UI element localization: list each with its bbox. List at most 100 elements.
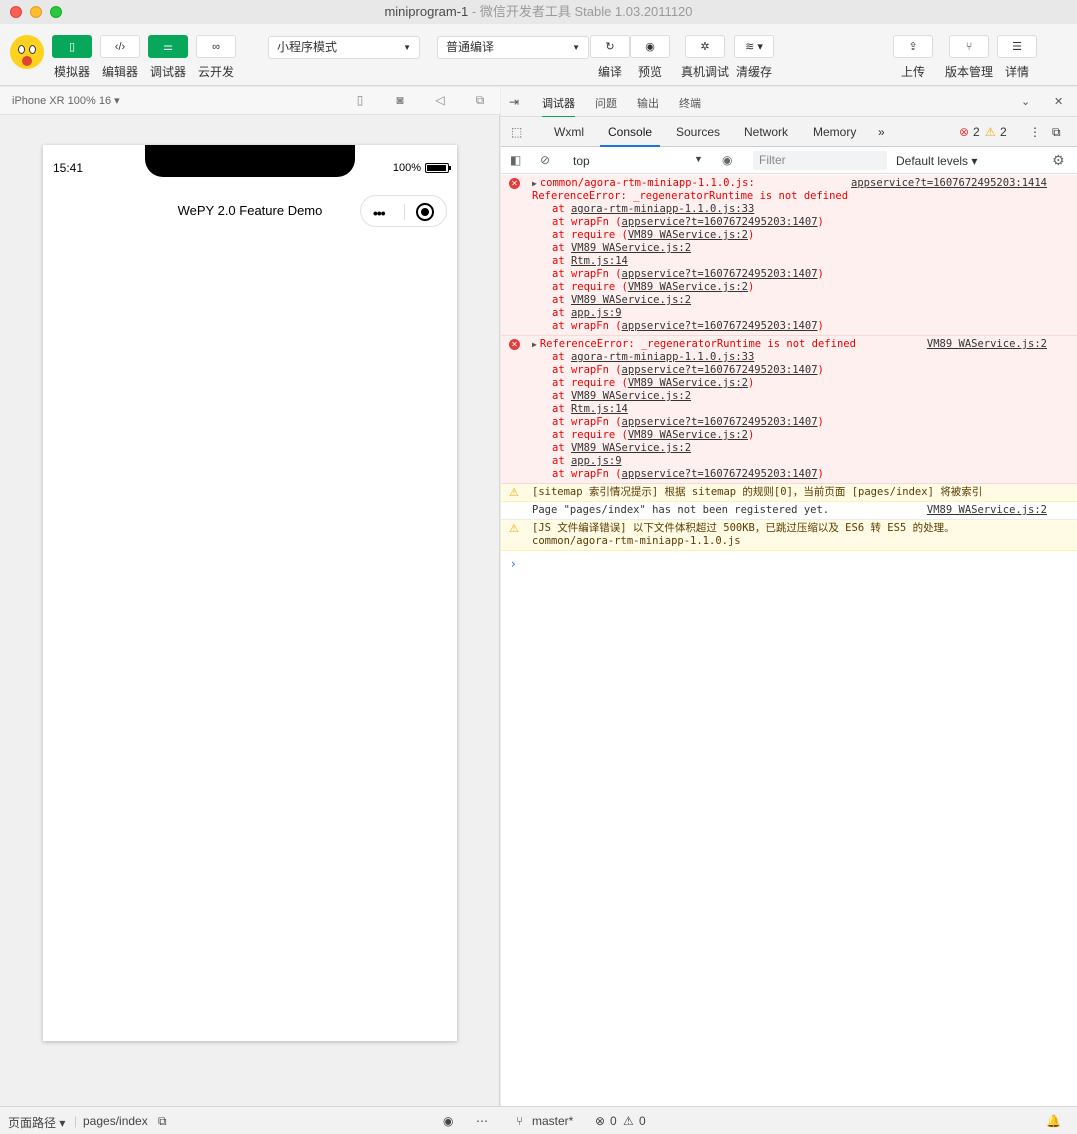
record-icon[interactable]: ◙ bbox=[393, 93, 407, 107]
sidebar-toggle-icon[interactable]: ◧ bbox=[510, 153, 521, 167]
title-bar: miniprogram-1 - 微信开发者工具 Stable 1.03.2011… bbox=[0, 0, 1077, 24]
close-icon[interactable]: ✕ bbox=[1054, 95, 1063, 108]
stack-frame-link[interactable]: agora-rtm-miniapp-1.1.0.js:33 bbox=[571, 351, 754, 363]
page-path-select[interactable]: 页面路径 ▾ bbox=[8, 1114, 65, 1131]
tab-memory[interactable]: Memory bbox=[813, 125, 856, 139]
simulator-button[interactable]: ▯ 模拟器 bbox=[52, 35, 92, 80]
eye-icon[interactable]: ◉ bbox=[722, 153, 732, 167]
tab-output[interactable]: 输出 bbox=[637, 95, 659, 111]
phone-notch bbox=[145, 145, 355, 177]
stack-frame-link[interactable]: VM89 WAService.js:2 bbox=[628, 229, 748, 241]
eye-icon[interactable]: ◉ bbox=[443, 1114, 453, 1128]
stack-frame-link[interactable]: VM89 WAService.js:2 bbox=[571, 390, 691, 402]
error-count-icon[interactable]: ⊗ bbox=[959, 125, 969, 139]
more-tabs-icon[interactable]: » bbox=[878, 125, 885, 139]
source-link[interactable]: VM89 WAService.js:2 bbox=[927, 504, 1047, 517]
editor-button[interactable]: ‹/› 编辑器 bbox=[100, 35, 140, 80]
stack-frame-link[interactable]: appservice?t=1607672495203:1407 bbox=[622, 216, 818, 228]
copy-icon[interactable]: ⧉ bbox=[158, 1114, 167, 1129]
stack-frame: at require (VM89 WAService.js:2) bbox=[552, 281, 755, 293]
stack-frame-link[interactable]: appservice?t=1607672495203:1407 bbox=[622, 468, 818, 480]
toolbar: ▯ 模拟器 ‹/› 编辑器 ⚌ 调试器 ∞ 云开发 小程序模式 ▼ 普通编译 ▼… bbox=[0, 24, 1077, 86]
stack-frame-link[interactable]: VM89 WAService.js:2 bbox=[628, 429, 748, 441]
expand-triangle-icon[interactable]: ▶ bbox=[532, 340, 537, 349]
avatar[interactable] bbox=[10, 35, 44, 69]
status-error-count[interactable]: 0 bbox=[610, 1114, 617, 1128]
stack-frame: at agora-rtm-miniapp-1.1.0.js:33 bbox=[552, 351, 755, 363]
stack-frame-link[interactable]: Rtm.js:14 bbox=[571, 255, 628, 267]
bell-icon[interactable]: 🔔 bbox=[1046, 1114, 1061, 1128]
simulator-header: iPhone XR 100% 16 ▾ ▯ ◙ ◁ ⧉ bbox=[0, 87, 500, 115]
stack-frame-link[interactable]: VM89 WAService.js:2 bbox=[571, 294, 691, 306]
simulator-panel: iPhone XR 100% 16 ▾ ▯ ◙ ◁ ⧉ 15:41 100% W… bbox=[0, 87, 500, 1106]
more-dots-icon[interactable]: ••• bbox=[373, 205, 386, 221]
dock-icon[interactable]: ⧉ bbox=[1052, 125, 1061, 140]
git-branch[interactable]: master* bbox=[532, 1114, 573, 1128]
inspect-element-icon[interactable]: ⬚ bbox=[511, 125, 522, 139]
compile-button[interactable]: ↻ 编译 bbox=[590, 35, 630, 80]
layers-icon: ≋ ▾ bbox=[745, 41, 763, 53]
source-link[interactable]: appservice?t=1607672495203:1414 bbox=[851, 177, 1047, 190]
maximize-window-button[interactable] bbox=[50, 6, 62, 18]
status-time: 15:41 bbox=[53, 161, 84, 175]
stack-frame-link[interactable]: app.js:9 bbox=[571, 307, 622, 319]
details-button[interactable]: ☰ 详情 bbox=[997, 35, 1037, 80]
phone-frame-icon[interactable]: ▯ bbox=[353, 93, 367, 107]
tab-network[interactable]: Network bbox=[744, 125, 788, 139]
tab-issues[interactable]: 问题 bbox=[595, 95, 617, 111]
status-warning-count[interactable]: 0 bbox=[639, 1114, 646, 1128]
eye-icon: ◉ bbox=[645, 41, 655, 53]
kebab-menu-icon[interactable]: ⋮ bbox=[1029, 125, 1041, 139]
stack-frame-link[interactable]: VM89 WAService.js:2 bbox=[571, 242, 691, 254]
stack-frame-link[interactable]: appservice?t=1607672495203:1407 bbox=[622, 416, 818, 428]
cloud-dev-button[interactable]: ∞ 云开发 bbox=[196, 35, 236, 80]
stack-frame-link[interactable]: app.js:9 bbox=[571, 455, 622, 467]
stack-frame: at VM89 WAService.js:2 bbox=[552, 442, 692, 454]
remote-debug-button[interactable]: ✲ 真机调试 bbox=[681, 35, 729, 80]
source-link[interactable]: VM89 WAService.js:2 bbox=[927, 338, 1047, 351]
mode-select[interactable]: 小程序模式 ▼ bbox=[268, 36, 420, 59]
log-levels-select[interactable]: Default levels ▾ bbox=[896, 154, 977, 168]
stack-frame-link[interactable]: VM89 WAService.js:2 bbox=[628, 377, 748, 389]
collapse-panel-icon[interactable]: ⇥ bbox=[509, 95, 519, 109]
console-prompt[interactable]: › bbox=[501, 551, 1077, 571]
stack-frame-link[interactable]: VM89 WAService.js:2 bbox=[571, 442, 691, 454]
stack-frame-link[interactable]: appservice?t=1607672495203:1407 bbox=[622, 268, 818, 280]
minimize-window-button[interactable] bbox=[30, 6, 42, 18]
stack-frame: at wrapFn (appservice?t=1607672495203:14… bbox=[552, 364, 824, 376]
close-window-button[interactable] bbox=[10, 6, 22, 18]
compile-mode-select[interactable]: 普通编译 ▼ bbox=[437, 36, 589, 59]
device-select[interactable]: iPhone XR 100% 16 ▾ bbox=[12, 94, 120, 107]
detach-window-icon[interactable]: ⧉ bbox=[473, 93, 487, 107]
context-select[interactable]: top bbox=[573, 154, 590, 168]
stack-frame-link[interactable]: appservice?t=1607672495203:1407 bbox=[622, 364, 818, 376]
caret-down-icon[interactable]: ▼ bbox=[694, 154, 703, 164]
stack-frame-link[interactable]: agora-rtm-miniapp-1.1.0.js:33 bbox=[571, 203, 754, 215]
console-log-page: Page "pages/index" has not been register… bbox=[501, 502, 1077, 520]
debugger-button[interactable]: ⚌ 调试器 bbox=[148, 35, 188, 80]
filter-input[interactable]: Filter bbox=[753, 151, 887, 170]
gear-icon[interactable]: ⚙ bbox=[1052, 152, 1065, 169]
expand-triangle-icon[interactable]: ▶ bbox=[532, 179, 537, 188]
stack-frame-link[interactable]: VM89 WAService.js:2 bbox=[628, 281, 748, 293]
warning-count: 2 bbox=[1000, 125, 1007, 139]
tab-terminal[interactable]: 终端 bbox=[679, 95, 701, 111]
warning-count-icon[interactable]: ⚠ bbox=[985, 125, 996, 139]
more-icon[interactable]: ⋯ bbox=[476, 1114, 488, 1128]
stack-frame-link[interactable]: Rtm.js:14 bbox=[571, 403, 628, 415]
stack-frame: at agora-rtm-miniapp-1.1.0.js:33 bbox=[552, 203, 755, 215]
tab-debugger[interactable]: 调试器 bbox=[542, 95, 575, 118]
stack-frame-link[interactable]: appservice?t=1607672495203:1407 bbox=[622, 320, 818, 332]
chevron-down-icon[interactable]: ⌄ bbox=[1021, 95, 1030, 108]
console-output: ✕ ▶ common/agora-rtm-miniapp-1.1.0.js: ap… bbox=[501, 175, 1077, 571]
version-control-button[interactable]: ⑂ 版本管理 bbox=[945, 35, 993, 80]
tab-sources[interactable]: Sources bbox=[676, 125, 720, 139]
clear-cache-button[interactable]: ≋ ▾ 清缓存 bbox=[734, 35, 774, 80]
tab-console[interactable]: Console bbox=[599, 125, 661, 147]
volume-icon[interactable]: ◁ bbox=[433, 93, 447, 107]
tab-wxml[interactable]: Wxml bbox=[554, 125, 584, 139]
preview-button[interactable]: ◉ 预览 bbox=[630, 35, 670, 80]
close-target-icon[interactable] bbox=[416, 203, 434, 221]
clear-console-icon[interactable]: ⊘ bbox=[540, 153, 550, 167]
upload-button[interactable]: ⇪ 上传 bbox=[893, 35, 933, 80]
